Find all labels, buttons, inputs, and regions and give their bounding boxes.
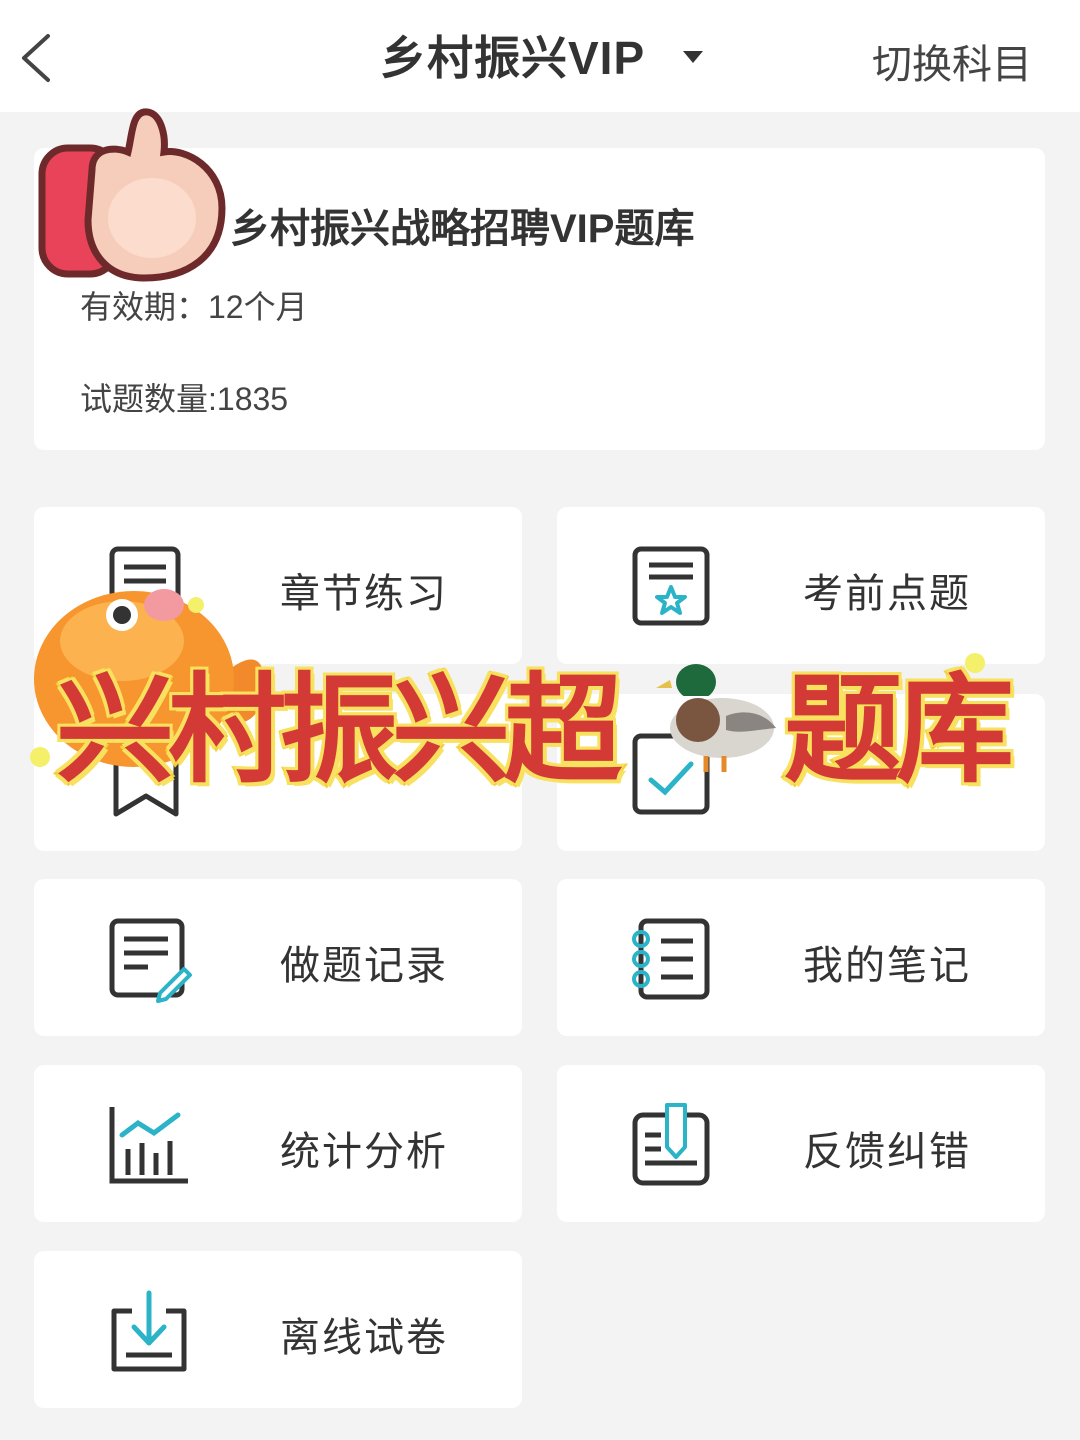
tile-label: 离线试卷 bbox=[280, 1316, 448, 1360]
download-icon bbox=[111, 1290, 187, 1372]
check-document-icon bbox=[632, 733, 710, 815]
pencil-document-icon bbox=[109, 918, 192, 1003]
tile-label: 考前点题 bbox=[803, 572, 971, 616]
question-count-text: 试题数量:1835 bbox=[80, 381, 289, 417]
bank-title: 乡村振兴战略招聘VIP题库 bbox=[230, 207, 695, 251]
tile-label: 做题记录 bbox=[280, 944, 448, 988]
tile-my-notes[interactable]: 我的笔记 bbox=[557, 879, 1045, 1036]
validity-text: 有效期：12个月 bbox=[80, 289, 308, 325]
switch-subject-button[interactable]: 切换科目 bbox=[872, 32, 1032, 90]
tile-label: 我的笔记 bbox=[803, 944, 971, 988]
top-bar: 乡村振兴VIP 切换科目 bbox=[0, 0, 1080, 112]
tile-statistics[interactable]: 统计分析 bbox=[34, 1065, 522, 1222]
spiral-notebook-icon bbox=[632, 918, 710, 1000]
tile-hidden-right[interactable] bbox=[557, 694, 1045, 851]
star-document-icon bbox=[632, 546, 710, 626]
tile-practice-history[interactable]: 做题记录 bbox=[34, 879, 522, 1036]
tile-label: 章节练习 bbox=[280, 572, 448, 616]
tile-feedback[interactable]: 反馈纠错 bbox=[557, 1065, 1045, 1222]
bookmark-icon bbox=[113, 737, 179, 817]
tile-pre-exam-hints[interactable]: 考前点题 bbox=[557, 507, 1045, 664]
tile-chapter-practice[interactable]: 章节练习 bbox=[34, 507, 522, 664]
bar-chart-icon bbox=[109, 1107, 188, 1184]
tile-label: 统计分析 bbox=[280, 1130, 448, 1174]
chevron-down-icon[interactable] bbox=[678, 46, 708, 70]
tile-hidden-left[interactable] bbox=[34, 694, 522, 851]
back-arrow-icon[interactable] bbox=[14, 28, 64, 88]
page-title[interactable]: 乡村振兴VIP bbox=[380, 22, 645, 88]
feedback-pen-icon bbox=[632, 1103, 710, 1186]
tile-label: 反馈纠错 bbox=[803, 1130, 971, 1174]
tile-offline-papers[interactable]: 离线试卷 bbox=[34, 1251, 522, 1408]
thumbs-up-sticker-icon bbox=[38, 108, 226, 282]
document-lines-icon bbox=[109, 546, 183, 628]
